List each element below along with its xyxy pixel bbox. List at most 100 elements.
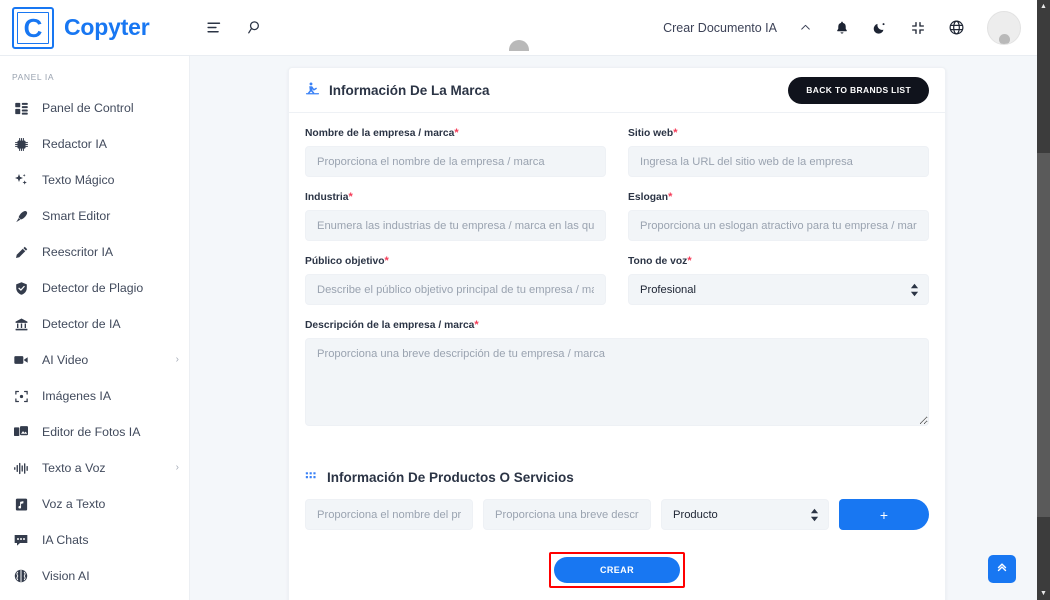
industry-label-text: Industria	[305, 192, 349, 203]
scrollbar-thumb[interactable]	[1037, 13, 1050, 153]
sidebar-item-texto-a-voz[interactable]: Texto a Voz ›	[0, 450, 189, 486]
ai-chip-icon	[12, 135, 30, 153]
sidebar: PANEL IA Panel de Control Redactor IA Te…	[0, 56, 190, 600]
back-to-brands-list-button[interactable]: BACK TO BRANDS LIST	[788, 76, 929, 104]
form-row-1: Nombre de la empresa / marca* Sitio web*	[305, 127, 929, 191]
website-input[interactable]	[628, 146, 929, 177]
chevron-up-icon[interactable]	[799, 21, 812, 34]
required-asterisk: *	[687, 255, 692, 267]
target-audience-label: Público objetivo*	[305, 255, 606, 267]
fullscreen-collapse-icon[interactable]	[910, 20, 926, 36]
avatar-head	[998, 33, 1010, 44]
crear-button[interactable]: CREAR	[554, 557, 680, 583]
sidebar-item-label: Smart Editor	[42, 209, 111, 223]
sidebar-item-label: Reescritor IA	[42, 245, 114, 259]
scrollbar-down-arrow-icon[interactable]: ▼	[1037, 587, 1050, 600]
brand-form: Nombre de la empresa / marca* Sitio web*	[289, 113, 945, 453]
add-product-button[interactable]: +	[839, 499, 929, 530]
target-audience-input[interactable]	[305, 274, 606, 305]
sparkles-icon	[12, 171, 30, 189]
double-chevron-up-icon	[995, 560, 1009, 579]
product-entry-row: Producto +	[289, 485, 945, 530]
video-camera-icon	[12, 351, 30, 369]
scrollbar-lower-track[interactable]	[1037, 517, 1050, 587]
chat-bubble-icon	[12, 531, 30, 549]
tone-of-voice-select[interactable]: Profesional	[628, 274, 929, 305]
sidebar-item-imagenes-ia[interactable]: Imágenes IA	[0, 378, 189, 414]
target-audience-label-text: Público objetivo	[305, 256, 385, 267]
chevron-right-icon[interactable]: ›	[176, 463, 179, 473]
sidebar-item-panel-de-control[interactable]: Panel de Control	[0, 90, 189, 126]
create-document-link[interactable]: Crear Documento IA	[663, 21, 777, 35]
bell-icon[interactable]	[834, 20, 850, 36]
industry-label: Industria*	[305, 191, 606, 203]
sidebar-item-redactor-ia[interactable]: Redactor IA	[0, 126, 189, 162]
sidebar-item-ai-video[interactable]: AI Video ›	[0, 342, 189, 378]
slogan-label-text: Eslogan	[628, 192, 669, 203]
sidebar-item-label: Detector de IA	[42, 317, 121, 331]
sidebar-item-ia-chats[interactable]: IA Chats	[0, 522, 189, 558]
description-textarea[interactable]	[305, 338, 929, 426]
sidebar-item-detector-de-ia[interactable]: Detector de IA	[0, 306, 189, 342]
scrollbar-up-arrow-icon[interactable]: ▲	[1037, 0, 1050, 13]
header-right-icons: Crear Documento IA	[508, 10, 1037, 51]
sidebar-item-smart-editor[interactable]: Smart Editor	[0, 198, 189, 234]
website-label-text: Sitio web	[628, 128, 674, 139]
sidebar-item-label: Editor de Fotos IA	[42, 425, 141, 439]
form-row-2: Industria* Eslogan*	[305, 191, 929, 255]
sidebar-item-texto-magico[interactable]: Texto Mágico	[0, 162, 189, 198]
required-asterisk: *	[673, 127, 678, 139]
sidebar-item-reescritor-ia[interactable]: Reescritor IA	[0, 234, 189, 270]
field-website: Sitio web*	[628, 127, 929, 191]
field-description: Descripción de la empresa / marca*	[305, 319, 929, 431]
image-frame-icon	[12, 387, 30, 405]
field-company-name: Nombre de la empresa / marca*	[305, 127, 606, 191]
waveform-icon	[12, 459, 30, 477]
sidebar-item-detector-de-plagio[interactable]: Detector de Plagio	[0, 270, 189, 306]
chevron-right-icon[interactable]: ›	[176, 355, 179, 365]
brand-name: Copyter	[64, 14, 150, 40]
form-row-3: Público objetivo* Tono de voz*	[305, 255, 929, 319]
slogan-input[interactable]	[628, 210, 929, 241]
menu-lines-icon[interactable]	[206, 19, 223, 36]
globe-language-icon[interactable]	[948, 19, 965, 36]
vertical-scrollbar[interactable]: ▲ ▼	[1037, 0, 1050, 600]
product-description-input[interactable]	[483, 499, 651, 530]
card-header: Información De La Marca BACK TO BRANDS L…	[289, 68, 945, 113]
products-section-header: Información De Productos O Servicios	[289, 453, 945, 485]
description-label: Descripción de la empresa / marca*	[305, 319, 929, 331]
sidebar-item-voz-a-texto[interactable]: Voz a Texto	[0, 486, 189, 522]
sidebar-item-vision-ai[interactable]: Vision AI	[0, 558, 189, 594]
dashboard-grid-icon	[12, 99, 30, 117]
header-left-icons	[190, 19, 264, 36]
company-name-label: Nombre de la empresa / marca*	[305, 127, 606, 139]
product-type-select-wrap: Producto	[661, 499, 829, 530]
required-asterisk: *	[474, 319, 479, 331]
sidebar-item-editor-de-fotos-ia[interactable]: Editor de Fotos IA	[0, 414, 189, 450]
tone-of-voice-label: Tono de voz*	[628, 255, 929, 267]
field-target-audience: Público objetivo*	[305, 255, 606, 319]
company-name-label-text: Nombre de la empresa / marca	[305, 128, 455, 139]
product-type-select[interactable]: Producto	[661, 499, 829, 530]
bank-detector-icon	[12, 315, 30, 333]
sidebar-item-label: Imágenes IA	[42, 389, 112, 403]
sidebar-item-label: Detector de Plagio	[42, 281, 144, 295]
app-logo[interactable]: C Copyter	[0, 0, 190, 56]
scroll-to-top-button[interactable]	[988, 555, 1016, 583]
logo-letter: C	[23, 12, 43, 43]
product-name-input[interactable]	[305, 499, 473, 530]
photo-editor-icon	[12, 423, 30, 441]
field-industry: Industria*	[305, 191, 606, 255]
required-asterisk: *	[668, 191, 673, 203]
products-section-title: Información De Productos O Servicios	[327, 469, 574, 485]
moon-dark-mode-icon[interactable]	[872, 20, 888, 36]
sidebar-section-title: PANEL IA	[12, 72, 55, 82]
website-label: Sitio web*	[628, 127, 929, 139]
avatar[interactable]	[508, 10, 1021, 51]
field-slogan: Eslogan*	[628, 191, 929, 255]
industry-input[interactable]	[305, 210, 606, 241]
sidebar-item-label: Redactor IA	[42, 137, 107, 151]
search-icon[interactable]	[247, 19, 264, 36]
company-name-input[interactable]	[305, 146, 606, 177]
required-asterisk: *	[454, 127, 459, 139]
